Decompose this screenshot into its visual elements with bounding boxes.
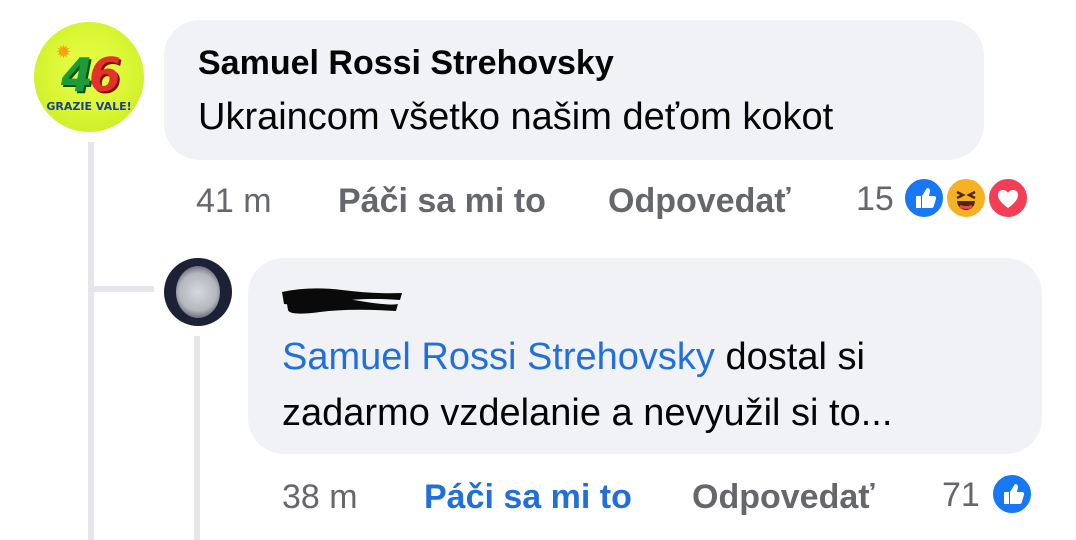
like-icon (902, 176, 946, 220)
reply-text-line1: Samuel Rossi Strehovsky dostal si (282, 330, 865, 384)
reply-text-part: dostal si (714, 336, 865, 378)
reply-reaction-count[interactable]: 71 (942, 476, 980, 515)
haha-icon (944, 176, 988, 220)
comment-reaction-count[interactable]: 15 (856, 180, 894, 219)
comment-author[interactable]: Samuel Rossi Strehovsky (198, 44, 614, 83)
reply-thread-line (194, 336, 200, 540)
avatar-caption: GRAZIE VALE! (46, 100, 132, 113)
thread-line-vertical (88, 142, 94, 540)
reply-like-button[interactable]: Páči sa mi to (424, 478, 632, 517)
comment-timestamp[interactable]: 41 m (196, 182, 272, 221)
avatar[interactable]: ✹ 46 GRAZIE VALE! (34, 22, 144, 132)
comment-like-button[interactable]: Páči sa mi to (338, 182, 546, 221)
blurred-photo (176, 266, 220, 318)
comment-reply-button[interactable]: Odpovedať (608, 182, 791, 221)
comment-bubble: Samuel Rossi Strehovsky Ukraincom všetko… (164, 20, 984, 160)
redacted-author-name (282, 288, 402, 314)
love-icon (986, 176, 1030, 220)
mention-link[interactable]: Samuel Rossi Strehovsky (282, 336, 715, 378)
comment-text: Ukraincom všetko našim deťom kokot (198, 96, 834, 138)
reply-text-line2: zadarmo vzdelanie a nevyužil si to... (282, 392, 893, 434)
reply-avatar[interactable] (164, 258, 232, 326)
avatar-number: 46 (60, 48, 121, 102)
like-icon (990, 472, 1034, 516)
reply-timestamp[interactable]: 38 m (282, 478, 358, 517)
reply-reply-button[interactable]: Odpovedať (692, 478, 875, 517)
thread-line-branch (88, 286, 154, 292)
